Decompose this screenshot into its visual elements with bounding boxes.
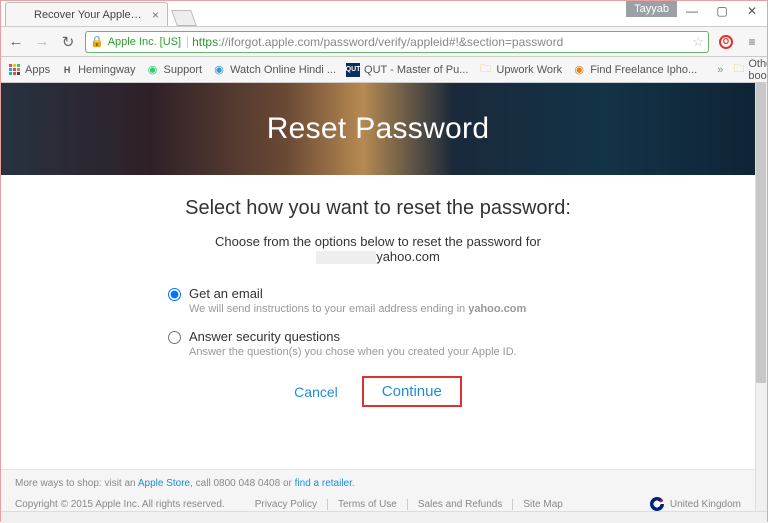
bookmarks-bar: Apps HHemingway ◉Support ◉Watch Online H… bbox=[1, 57, 767, 83]
window-titlebar: Recover Your Apple ID - A × Tayyab — ▢ ✕ bbox=[1, 1, 767, 27]
footer-link-terms[interactable]: Terms of Use bbox=[328, 499, 408, 510]
folder-icon: 🗀 bbox=[478, 63, 492, 77]
reset-options: Get an email We will send instructions t… bbox=[168, 286, 588, 358]
url-path: ://iforgot.apple.com/password/verify/app… bbox=[218, 35, 563, 49]
continue-button[interactable]: Continue bbox=[382, 383, 442, 400]
qut-icon: QUT bbox=[346, 63, 360, 77]
copyright-text: Copyright © 2015 Apple Inc. All rights r… bbox=[15, 499, 225, 510]
redacted-email-prefix bbox=[316, 251, 376, 264]
bookmark-apps[interactable]: Apps bbox=[7, 63, 50, 77]
page-footer: More ways to shop: visit an Apple Store,… bbox=[1, 469, 755, 511]
option-label: Answer security questions bbox=[189, 329, 517, 344]
forward-button[interactable]: → bbox=[33, 33, 51, 51]
footer-shop-line: More ways to shop: visit an Apple Store,… bbox=[15, 478, 741, 489]
lock-icon: 🔒 bbox=[90, 35, 104, 48]
address-bar[interactable]: 🔒 Apple Inc. [US] https://iforgot.apple.… bbox=[85, 31, 709, 53]
bookmark-hemingway[interactable]: HHemingway bbox=[60, 63, 135, 77]
page-icon: H bbox=[60, 63, 74, 77]
hero-banner: Reset Password bbox=[1, 83, 755, 175]
chrome-menu-icon[interactable]: ≡ bbox=[743, 33, 761, 51]
window-minimize-button[interactable]: — bbox=[677, 1, 707, 21]
folder-icon: 🗀 bbox=[733, 63, 744, 77]
action-row: Cancel Continue bbox=[61, 376, 695, 407]
option-hint: We will send instructions to your email … bbox=[189, 303, 526, 315]
url-scheme: https bbox=[192, 35, 218, 49]
bookmark-watch-online[interactable]: ◉Watch Online Hindi ... bbox=[212, 63, 336, 77]
chrome-profile-chip[interactable]: Tayyab bbox=[626, 1, 677, 17]
bookmark-overflow-icon[interactable]: » bbox=[717, 64, 723, 76]
window-maximize-button[interactable]: ▢ bbox=[707, 1, 737, 21]
window-close-button[interactable]: ✕ bbox=[737, 1, 767, 21]
option-label: Get an email bbox=[189, 286, 526, 301]
back-button[interactable]: ← bbox=[7, 33, 25, 51]
apps-grid-icon bbox=[7, 63, 21, 77]
region-selector[interactable]: United Kingdom bbox=[650, 497, 741, 511]
new-tab-button[interactable] bbox=[171, 10, 197, 26]
scrollbar-vertical[interactable] bbox=[755, 83, 767, 523]
footer-link-sales[interactable]: Sales and Refunds bbox=[408, 499, 514, 510]
continue-highlight: Continue bbox=[362, 376, 462, 407]
adblock-icon[interactable]: O bbox=[717, 33, 735, 51]
scrollbar-thumb[interactable] bbox=[756, 83, 766, 383]
browser-tab[interactable]: Recover Your Apple ID - A × bbox=[5, 2, 168, 26]
tab-close-icon[interactable]: × bbox=[152, 8, 159, 22]
ev-cert-badge: Apple Inc. [US] bbox=[108, 36, 188, 48]
globe-icon: ◉ bbox=[212, 63, 226, 77]
uk-flag-icon bbox=[650, 497, 664, 511]
bookmark-upwork[interactable]: 🗀Upwork Work bbox=[478, 63, 562, 77]
footer-link-privacy[interactable]: Privacy Policy bbox=[245, 499, 328, 510]
globe-icon: ◉ bbox=[572, 63, 586, 77]
scrollbar-horizontal[interactable] bbox=[1, 511, 767, 523]
page-title: Reset Password bbox=[267, 112, 490, 146]
reload-button[interactable]: ↻ bbox=[59, 33, 77, 51]
radio-get-email[interactable] bbox=[168, 288, 181, 301]
apple-favicon-icon bbox=[14, 8, 28, 22]
find-retailer-link[interactable]: find a retailer bbox=[295, 478, 352, 489]
option-hint: Answer the question(s) you chose when yo… bbox=[189, 346, 517, 358]
reset-heading: Select how you want to reset the passwor… bbox=[61, 197, 695, 220]
bookmark-qut[interactable]: QUTQUT - Master of Pu... bbox=[346, 63, 468, 77]
option-get-email[interactable]: Get an email We will send instructions t… bbox=[168, 286, 588, 315]
tab-title: Recover Your Apple ID - A bbox=[34, 9, 144, 21]
bookmark-support[interactable]: ◉Support bbox=[146, 63, 203, 77]
reset-description: Choose from the options below to reset t… bbox=[61, 234, 695, 264]
browser-toolbar: ← → ↻ 🔒 Apple Inc. [US] https://iforgot.… bbox=[1, 27, 767, 57]
apple-store-link[interactable]: Apple Store bbox=[138, 478, 190, 489]
globe-icon: ◉ bbox=[146, 63, 160, 77]
cancel-button[interactable]: Cancel bbox=[294, 384, 338, 400]
other-bookmarks[interactable]: 🗀Other bookmarks bbox=[733, 58, 767, 82]
radio-security-questions[interactable] bbox=[168, 331, 181, 344]
footer-links: Privacy Policy Terms of Use Sales and Re… bbox=[245, 499, 573, 510]
bookmark-star-icon[interactable]: ☆ bbox=[692, 34, 704, 50]
option-security-questions[interactable]: Answer security questions Answer the que… bbox=[168, 329, 588, 358]
footer-link-sitemap[interactable]: Site Map bbox=[513, 499, 572, 510]
page-viewport: Reset Password Select how you want to re… bbox=[1, 83, 767, 523]
bookmark-freelance[interactable]: ◉Find Freelance Ipho... bbox=[572, 63, 697, 77]
